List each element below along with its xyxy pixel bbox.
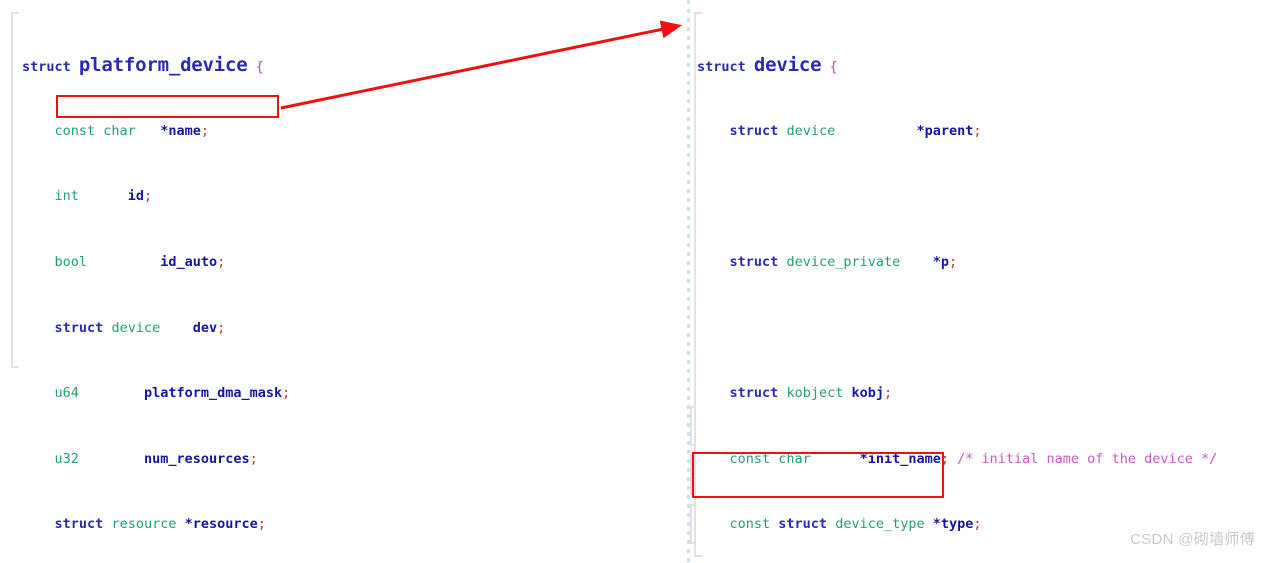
semicolon: ; — [949, 254, 958, 271]
struct-name-platform-device: platform_device — [78, 54, 248, 77]
semicolon: ; — [282, 385, 291, 402]
type-const-char: const char — [729, 450, 811, 467]
code-line-dev-field: struct device dev; — [22, 320, 682, 336]
field-kobj: kobj — [851, 385, 884, 402]
screenshot-root: struct platform_device { const char *nam… — [0, 0, 1271, 563]
field-id-auto: id_auto — [160, 254, 218, 271]
platform-device-code-pane: struct platform_device { const char *nam… — [22, 8, 682, 563]
code-line: u64 platform_dma_mask; — [22, 385, 682, 401]
keyword-const: const — [729, 516, 771, 533]
semicolon: ; — [217, 254, 226, 271]
semicolon: ; — [143, 188, 153, 205]
code-line: struct device *parent; — [697, 123, 1271, 139]
field-init-name: *init_name — [859, 450, 941, 467]
keyword-struct: struct — [729, 385, 779, 402]
semicolon: ; — [200, 122, 209, 139]
semicolon: ; — [884, 385, 893, 402]
type-int: int — [54, 188, 79, 205]
csdn-watermark: CSDN @砌墙师傅 — [1130, 531, 1255, 548]
code-line: struct kobject kobj; — [697, 385, 1271, 401]
type-u32: u32 — [54, 450, 79, 467]
type-u64: u64 — [54, 385, 79, 402]
keyword-struct: struct — [22, 59, 71, 76]
keyword-struct: struct — [54, 516, 104, 533]
field-resource: *resource — [184, 516, 258, 533]
type-device-type: device_type — [835, 516, 925, 533]
keyword-struct: struct — [729, 122, 779, 139]
type-const-char: const char — [54, 122, 136, 139]
field-type: *type — [932, 516, 974, 533]
code-line: int id; — [22, 188, 682, 204]
keyword-struct: struct — [729, 254, 779, 271]
open-brace: { — [829, 59, 838, 76]
semicolon: ; — [249, 450, 258, 467]
device-code-pane: struct device { struct device *parent; s… — [697, 8, 1271, 563]
semicolon: ; — [940, 450, 949, 467]
fold-bracket-left[interactable] — [11, 12, 19, 368]
type-device-private: device_private — [786, 254, 901, 271]
keyword-struct: struct — [697, 59, 746, 76]
type-resource: resource — [111, 516, 177, 533]
field-name: *name — [160, 122, 201, 139]
code-line: struct resource *resource; — [22, 516, 682, 532]
code-line: const char *name; — [22, 123, 682, 139]
keyword-struct: struct — [54, 319, 104, 336]
code-line: struct device_private *p; — [697, 254, 1271, 270]
type-device: device — [111, 319, 161, 336]
fold-bracket-msi-irq-domain[interactable] — [690, 406, 696, 446]
field-p: *p — [932, 254, 950, 271]
semicolon: ; — [973, 122, 982, 139]
semicolon: ; — [217, 319, 226, 336]
code-line: u32 num_resources; — [22, 451, 682, 467]
struct-name-device: device — [753, 54, 822, 77]
semicolon: ; — [973, 516, 982, 533]
code-line: struct platform_device { — [22, 54, 682, 77]
code-line: struct device { — [697, 54, 1271, 77]
code-line: const char *init_name; /* initial name o… — [697, 451, 1271, 467]
field-id: id — [127, 188, 144, 205]
type-kobject: kobject — [786, 385, 844, 402]
comment-init-name: /* initial name of the device */ — [957, 450, 1218, 467]
field-num-resources: num_resources — [143, 450, 250, 467]
code-line: bool id_auto; — [22, 254, 682, 270]
type-bool: bool — [54, 254, 88, 271]
fold-bracket-pinctrl[interactable] — [690, 455, 696, 495]
field-parent: *parent — [916, 122, 974, 139]
keyword-struct: struct — [778, 516, 828, 533]
field-dev: dev — [192, 319, 218, 336]
semicolon: ; — [257, 516, 266, 533]
type-device: device — [786, 122, 836, 139]
open-brace: { — [255, 59, 264, 76]
field-platform-dma-mask: platform_dma_mask — [143, 385, 283, 402]
fold-bracket-msi-irq[interactable] — [690, 504, 696, 544]
